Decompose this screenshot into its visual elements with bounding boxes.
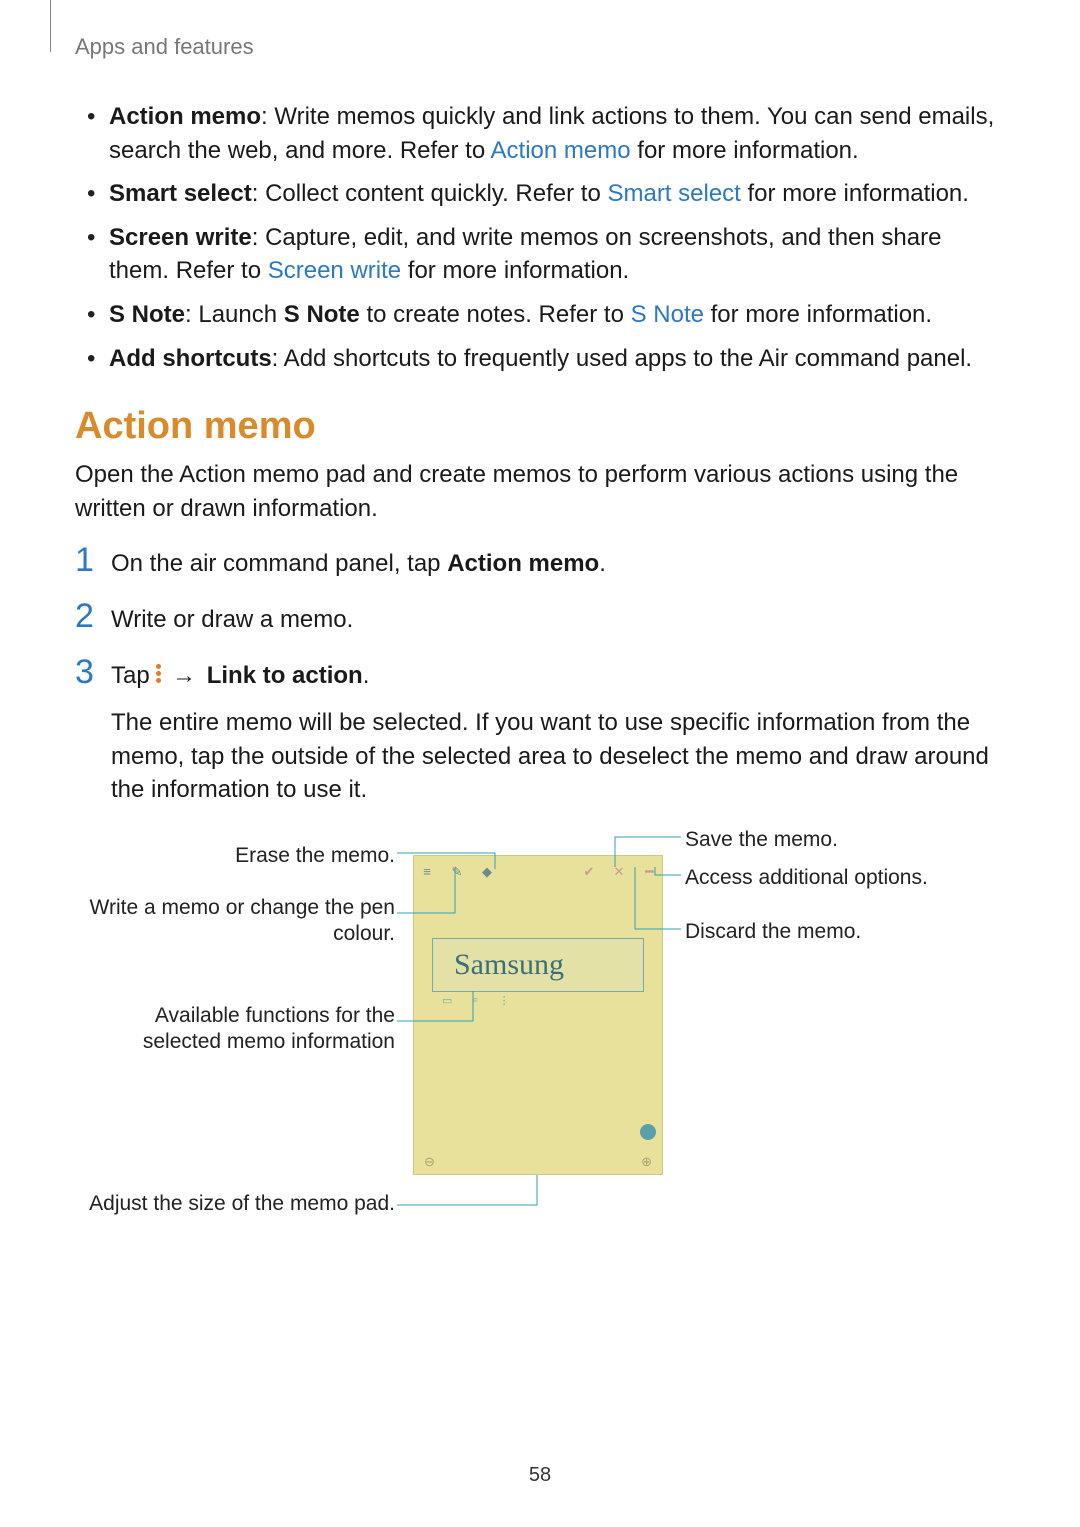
link-s-note[interactable]: S Note xyxy=(631,301,704,328)
feature-text-after: for more information. xyxy=(704,301,932,328)
step-number: 3 xyxy=(75,653,94,692)
steps-list: 1 On the air command panel, tap Action m… xyxy=(75,547,1005,807)
feature-screen-write: Screen write: Capture, edit, and write m… xyxy=(75,221,1005,288)
feature-smart-select: Smart select: Collect content quickly. R… xyxy=(75,177,1005,211)
action-memo-diagram: ≡ ✎ ◆ ✔ ✕ Samsung ▭ ⌕ ⋮ ⊖ ⊕ xyxy=(75,835,1005,1255)
leader-lines xyxy=(75,835,1005,1255)
feature-text-after: for more information. xyxy=(631,137,859,164)
more-options-icon xyxy=(156,662,161,685)
feature-mid-bold: S Note xyxy=(284,301,360,328)
feature-term: Smart select xyxy=(109,180,252,207)
section-intro: Open the Action memo pad and create memo… xyxy=(75,458,1005,525)
feature-list: Action memo: Write memos quickly and lin… xyxy=(75,100,1005,375)
feature-text-after: for more information. xyxy=(741,180,969,207)
step-number: 1 xyxy=(75,541,94,580)
feature-s-note: S Note: Launch S Note to create notes. R… xyxy=(75,298,1005,332)
feature-mid-after: to create notes. Refer to xyxy=(360,301,631,328)
step-3-body: The entire memo will be selected. If you… xyxy=(111,706,1005,807)
feature-text: : Collect content quickly. Refer to xyxy=(252,180,608,207)
feature-text-after: for more information. xyxy=(401,257,629,284)
link-screen-write[interactable]: Screen write xyxy=(268,257,401,284)
step-2: 2 Write or draw a memo. xyxy=(75,603,1005,637)
step-1-bold: Action memo xyxy=(447,550,599,577)
step-number: 2 xyxy=(75,597,94,636)
feature-term: S Note xyxy=(109,301,185,328)
arrow-icon: → xyxy=(172,662,196,689)
step-1-prefix: On the air command panel, tap xyxy=(111,550,447,577)
step-1-suffix: . xyxy=(599,550,606,577)
feature-text: : Add shortcuts to frequently used apps … xyxy=(272,345,972,372)
feature-term: Action memo xyxy=(109,103,261,130)
feature-text: : Launch xyxy=(185,301,284,328)
step-3: 3 Tap → Link to action. The entire memo … xyxy=(75,659,1005,807)
section-heading-action-memo: Action memo xyxy=(75,405,1005,448)
page-number: 58 xyxy=(0,1464,1080,1487)
link-action-memo[interactable]: Action memo xyxy=(491,137,631,164)
breadcrumb: Apps and features xyxy=(75,34,254,60)
feature-action-memo: Action memo: Write memos quickly and lin… xyxy=(75,100,1005,167)
step-3-prefix: Tap xyxy=(111,662,156,689)
feature-add-shortcuts: Add shortcuts: Add shortcuts to frequent… xyxy=(75,342,1005,376)
step-1: 1 On the air command panel, tap Action m… xyxy=(75,547,1005,581)
step-3-suffix: . xyxy=(363,662,370,689)
step-2-text: Write or draw a memo. xyxy=(111,603,1005,637)
link-smart-select[interactable]: Smart select xyxy=(607,180,740,207)
step-3-bold: Link to action xyxy=(207,662,363,689)
header-rule xyxy=(50,0,51,52)
feature-term: Screen write xyxy=(109,224,252,251)
feature-term: Add shortcuts xyxy=(109,345,272,372)
